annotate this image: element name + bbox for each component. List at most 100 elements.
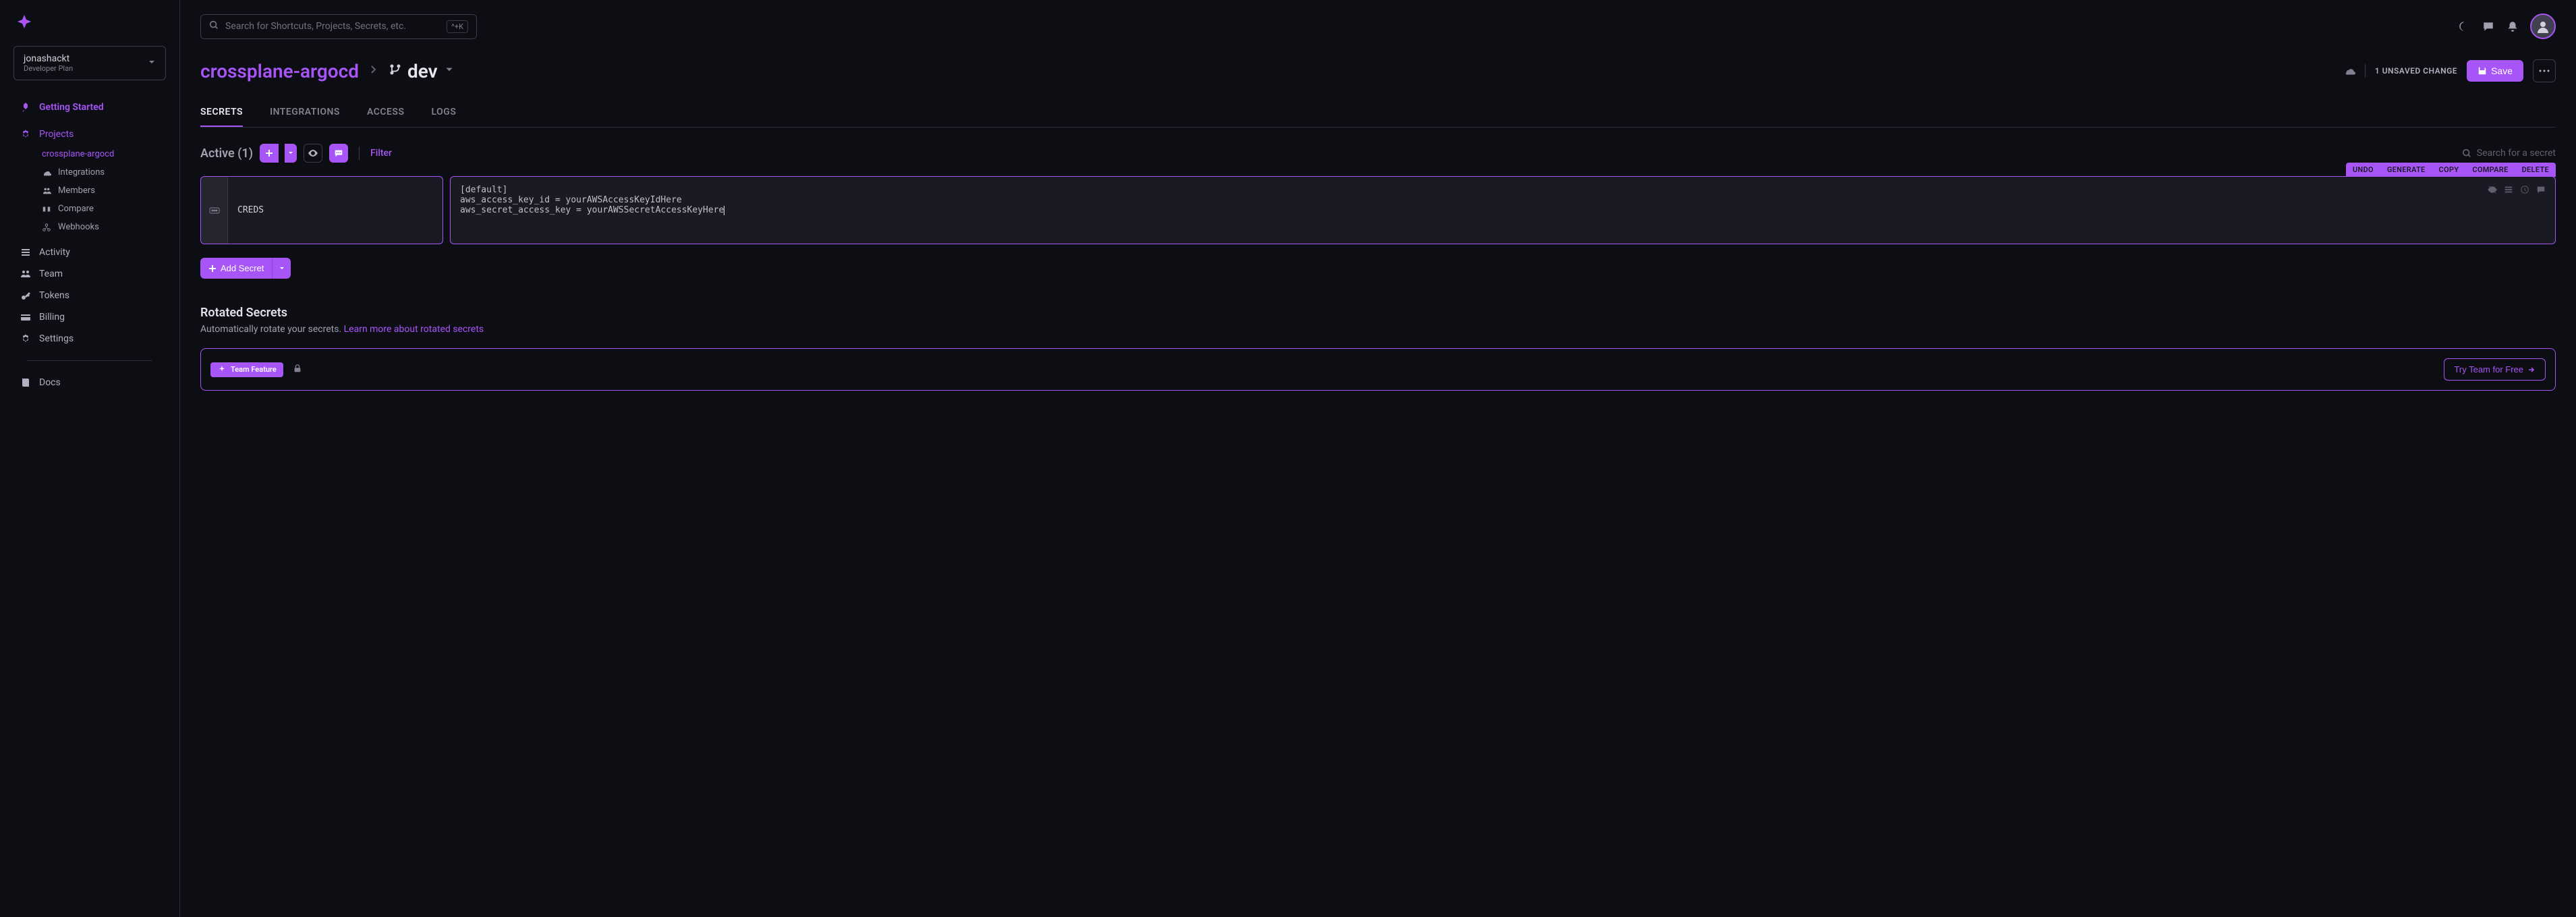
app-logo[interactable]	[16, 13, 32, 30]
caret-down-icon	[288, 150, 293, 156]
grip-icon	[209, 207, 220, 214]
chevron-down-icon[interactable]	[445, 65, 454, 77]
add-secret-dropdown[interactable]	[272, 258, 291, 279]
book-icon	[20, 377, 31, 388]
theme-toggle[interactable]	[2457, 20, 2471, 33]
drag-handle[interactable]	[201, 177, 228, 244]
search-input[interactable]: Search for Shortcuts, Projects, Secrets,…	[200, 14, 477, 39]
card-icon	[20, 312, 31, 323]
undo-action[interactable]: UNDO	[2353, 165, 2374, 174]
active-count: Active (1)	[200, 146, 253, 161]
arrow-right-icon	[2527, 366, 2536, 374]
list-icon[interactable]	[2504, 185, 2513, 197]
secret-search[interactable]: Search for a secret	[2462, 148, 2556, 159]
copy-action[interactable]: COPY	[2439, 165, 2459, 174]
webhook-icon	[42, 223, 51, 232]
cloud-icon	[42, 168, 51, 177]
comment-button[interactable]	[329, 144, 348, 163]
add-button[interactable]	[260, 144, 279, 163]
generate-action[interactable]: GENERATE	[2387, 165, 2426, 174]
branch-name[interactable]: dev	[407, 60, 438, 82]
nav-label: Billing	[39, 312, 65, 323]
team-feature-banner: Team Feature Try Team for Free	[200, 348, 2556, 391]
divider	[27, 360, 152, 361]
tab-secrets[interactable]: SECRETS	[200, 99, 243, 127]
nav-tokens[interactable]: Tokens	[13, 285, 166, 306]
filter-link[interactable]: Filter	[370, 148, 392, 159]
secret-toolbar: UNDO GENERATE COPY COMPARE DELETE	[2346, 163, 2556, 177]
save-button[interactable]: Save	[2467, 60, 2523, 82]
bell-icon[interactable]	[2506, 20, 2519, 33]
plus-icon	[208, 265, 217, 273]
secret-key-field[interactable]: CREDS	[200, 176, 443, 244]
nav-label: Compare	[58, 204, 94, 214]
tab-logs[interactable]: LOGS	[432, 99, 457, 127]
branch-icon	[389, 63, 402, 79]
compare-icon	[42, 204, 51, 214]
settings-icon	[20, 333, 31, 344]
nav-label: Team	[39, 269, 63, 279]
secret-value-field[interactable]: [default] aws_access_key_id = yourAWSAcc…	[450, 176, 2556, 244]
eye-off-icon[interactable]	[2488, 185, 2497, 197]
search-icon	[209, 20, 219, 32]
nav-docs[interactable]: Docs	[13, 372, 166, 393]
history-icon[interactable]	[2520, 185, 2529, 197]
user-avatar[interactable]	[2530, 13, 2556, 39]
divider	[359, 146, 360, 160]
nav-label: Projects	[39, 129, 74, 140]
nav-project-integrations[interactable]: Integrations	[13, 163, 166, 182]
nav-label: Docs	[39, 377, 61, 388]
add-secret-button[interactable]: Add Secret	[200, 258, 272, 279]
nav-project-compare[interactable]: Compare	[13, 200, 166, 218]
add-dropdown[interactable]	[285, 144, 297, 163]
divider	[2365, 64, 2366, 78]
delete-action[interactable]: DELETE	[2522, 165, 2549, 174]
tab-access[interactable]: ACCESS	[367, 99, 405, 127]
project-title[interactable]: crossplane-argocd	[200, 60, 359, 82]
chevron-down-icon	[148, 58, 156, 69]
nav-label: Activity	[39, 247, 70, 258]
save-icon	[2478, 66, 2487, 76]
nav-activity[interactable]: Activity	[13, 242, 166, 263]
visibility-toggle[interactable]	[304, 144, 322, 163]
secret-value: [default] aws_access_key_id = yourAWSAcc…	[460, 185, 724, 215]
nav-project-members[interactable]: Members	[13, 182, 166, 200]
gear-icon	[20, 129, 31, 140]
workspace-selector[interactable]: jonashackt Developer Plan	[13, 46, 166, 80]
nav-projects[interactable]: Projects	[13, 123, 166, 145]
workspace-plan: Developer Plan	[24, 64, 156, 73]
eye-icon	[308, 148, 318, 159]
plus-icon	[265, 149, 273, 157]
nav-label: Tokens	[39, 290, 69, 301]
nav-project-crossplane[interactable]: crossplane-argocd	[13, 145, 166, 163]
nav-getting-started[interactable]: Getting Started	[13, 96, 166, 118]
list-icon	[20, 247, 31, 258]
secret-search-placeholder: Search for a secret	[2477, 148, 2556, 159]
chat-icon[interactable]	[2482, 20, 2495, 33]
nav-team[interactable]: Team	[13, 263, 166, 285]
add-secret-label: Add Secret	[221, 263, 264, 273]
lock-icon	[293, 364, 302, 376]
comment-icon	[334, 148, 343, 158]
search-placeholder: Search for Shortcuts, Projects, Secrets,…	[225, 21, 440, 32]
nav-label: Integrations	[58, 167, 105, 177]
more-button[interactable]	[2533, 59, 2556, 82]
rotated-secrets-link[interactable]: Learn more about rotated secrets	[344, 324, 484, 335]
nav-settings[interactable]: Settings	[13, 328, 166, 350]
save-label: Save	[2491, 65, 2513, 76]
nav-label: Webhooks	[58, 222, 99, 232]
rocket-icon	[20, 102, 31, 113]
key-icon	[20, 290, 31, 301]
tab-integrations[interactable]: INTEGRATIONS	[270, 99, 340, 127]
nav-billing[interactable]: Billing	[13, 306, 166, 328]
nav-project-webhooks[interactable]: Webhooks	[13, 218, 166, 236]
workspace-name: jonashackt	[24, 53, 156, 64]
rotated-secrets-desc: Automatically rotate your secrets. Learn…	[200, 324, 2556, 335]
try-team-button[interactable]: Try Team for Free	[2444, 358, 2546, 381]
nav-label: Settings	[39, 333, 74, 344]
users-icon	[42, 186, 51, 196]
compare-action[interactable]: COMPARE	[2472, 165, 2508, 174]
sync-icon[interactable]	[2343, 65, 2355, 77]
comment-icon[interactable]	[2536, 185, 2546, 197]
rotated-secrets-title: Rotated Secrets	[200, 306, 2556, 320]
